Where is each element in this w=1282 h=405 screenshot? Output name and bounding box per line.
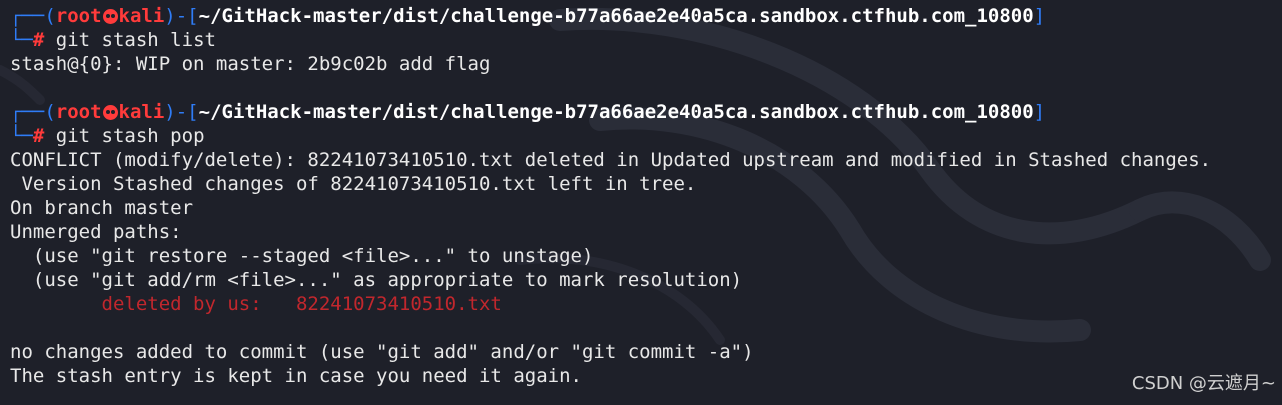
prompt-user: root (55, 5, 102, 27)
prompt-path: ~/GitHack-master/dist/challenge-b77a66ae… (198, 5, 1034, 27)
terminal-window[interactable]: ┌──(root kali)-[~/GitHack-master/dist/cha… (0, 0, 1282, 405)
prompt-hash: # (32, 29, 45, 51)
prompt-hash: # (32, 125, 45, 147)
output-line: CONFLICT (modify/delete): 82241073410510… (10, 149, 1212, 171)
command-text: git stash pop (55, 125, 205, 147)
prompt-path: ~/GitHack-master/dist/challenge-b77a66ae… (198, 101, 1034, 123)
output-line: stash@{0}: WIP on master: 2b9c02b add fl… (10, 53, 491, 75)
watermark: CSDN @云遮月~ (1131, 373, 1276, 394)
output-line: Unmerged paths: (10, 221, 182, 243)
output-line: (use "git restore --staged <file>..." to… (10, 245, 594, 267)
prompt-corner: └─ (10, 125, 33, 147)
prompt-header: ┌──(root kali)-[~/GitHack-master/dist/cha… (10, 100, 1045, 124)
prompt-frame-mid: )-[ (164, 101, 199, 123)
prompt-user: root (55, 101, 102, 123)
prompt-corner: └─ (10, 29, 33, 51)
command-line: └─# git stash pop (10, 124, 205, 148)
prompt-frame-open: ┌──( (10, 5, 56, 27)
prompt-frame-close: ] (1033, 101, 1046, 123)
prompt-host: kali (118, 101, 165, 123)
deleted-file-line: deleted by us: 82241073410510.txt (10, 293, 502, 315)
prompt-frame-open: ┌──( (10, 101, 56, 123)
output-line: On branch master (10, 197, 194, 219)
output-line: (use "git add/rm <file>..." as appropria… (10, 269, 743, 291)
output-line: Version Stashed changes of 8224107341051… (10, 173, 697, 195)
skull-icon (102, 105, 118, 120)
prompt-header: ┌──(root kali)-[~/GitHack-master/dist/cha… (10, 4, 1045, 28)
skull-icon (102, 9, 118, 24)
output-line: no changes added to commit (use "git add… (10, 341, 754, 363)
command-text: git stash list (55, 29, 216, 51)
prompt-host: kali (118, 5, 165, 27)
command-line: └─# git stash list (10, 28, 216, 52)
output-line: The stash entry is kept in case you need… (10, 365, 582, 387)
prompt-frame-mid: )-[ (164, 5, 199, 27)
prompt-frame-close: ] (1033, 5, 1046, 27)
